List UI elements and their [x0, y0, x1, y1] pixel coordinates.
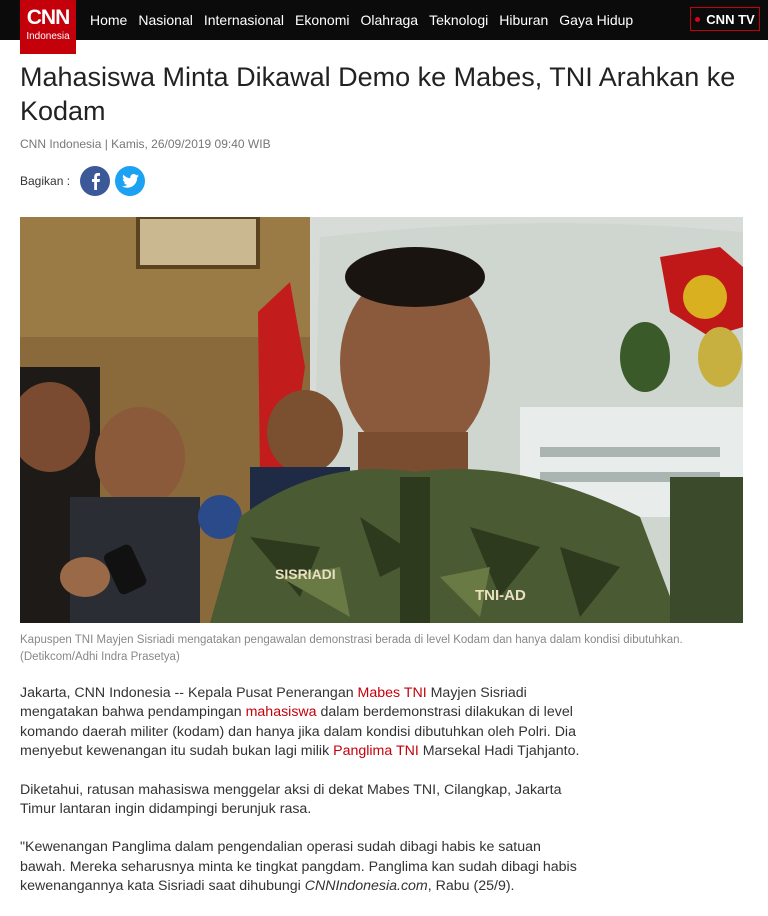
live-dot-icon: [695, 16, 701, 22]
logo-subtitle: Indonesia: [26, 31, 70, 42]
nav-item-nasional[interactable]: Nasional: [138, 12, 192, 28]
article-photo: SISRIADI TNI-AD: [20, 217, 743, 623]
photo-scene: SISRIADI TNI-AD: [20, 217, 743, 623]
twitter-icon: [121, 174, 139, 188]
uniform-name-badge: SISRIADI: [275, 566, 336, 582]
nav-item-teknologi[interactable]: Teknologi: [429, 12, 488, 28]
paragraph-3-source: CNNIndonesia.com: [304, 878, 428, 895]
nav-item-ekonomi[interactable]: Ekonomi: [295, 12, 349, 28]
tag-link-mahasiswa[interactable]: mahasiswa: [246, 704, 317, 720]
top-navigation-bar: Home Nasional Internasional Ekonomi Olah…: [0, 0, 768, 40]
cnn-tv-button[interactable]: CNN TV: [690, 7, 760, 31]
facebook-share-button[interactable]: [80, 166, 111, 196]
share-bar: Bagikan :: [20, 166, 150, 196]
twitter-share-button[interactable]: [115, 166, 146, 196]
nav-item-olahraga[interactable]: Olahraga: [360, 12, 418, 28]
paragraph-2: Diketahui, ratusan mahasiswa menggelar a…: [20, 781, 562, 818]
tag-link-panglima-tni[interactable]: Panglima TNI: [333, 743, 419, 759]
paragraph-3-text-b: , Rabu (25/9).: [427, 878, 515, 895]
nav-item-hiburan[interactable]: Hiburan: [499, 12, 548, 28]
logo-wordmark: CNN: [26, 6, 71, 29]
uniform-unit-badge: TNI-AD: [475, 587, 526, 604]
photo-caption: Kapuspen TNI Mayjen Sisriadi mengatakan …: [20, 634, 683, 663]
paragraph-1-text-a: Jakarta, CNN Indonesia -- Kepala Pusat P…: [20, 685, 358, 701]
nav-item-gaya-hidup[interactable]: Gaya Hidup: [559, 12, 633, 28]
article-title: Mahasiswa Minta Dikawal Demo ke Mabes, T…: [20, 62, 736, 126]
share-label: Bagikan :: [20, 174, 71, 188]
article-body: Jakarta, CNN Indonesia -- Kepala Pusat P…: [20, 684, 580, 916]
facebook-icon: [92, 173, 101, 190]
cnn-indonesia-logo[interactable]: CNN Indonesia: [20, 0, 76, 54]
main-nav: Home Nasional Internasional Ekonomi Olah…: [90, 0, 644, 40]
paragraph-1-text-d: Marsekal Hadi Tjahjanto.: [418, 743, 580, 760]
nav-item-internasional[interactable]: Internasional: [204, 12, 284, 28]
paragraph-1: Jakarta, CNN Indonesia -- Kepala Pusat P…: [20, 684, 580, 762]
cnn-tv-label: CNN TV: [706, 11, 755, 27]
tag-link-mabes-tni[interactable]: Mabes TNI: [358, 685, 427, 701]
nav-item-home[interactable]: Home: [90, 12, 127, 28]
article-meta: CNN Indonesia | Kamis, 26/09/2019 09:40 …: [20, 137, 271, 151]
paragraph-3: "Kewenangan Panglima dalam pengendalian …: [20, 838, 580, 896]
